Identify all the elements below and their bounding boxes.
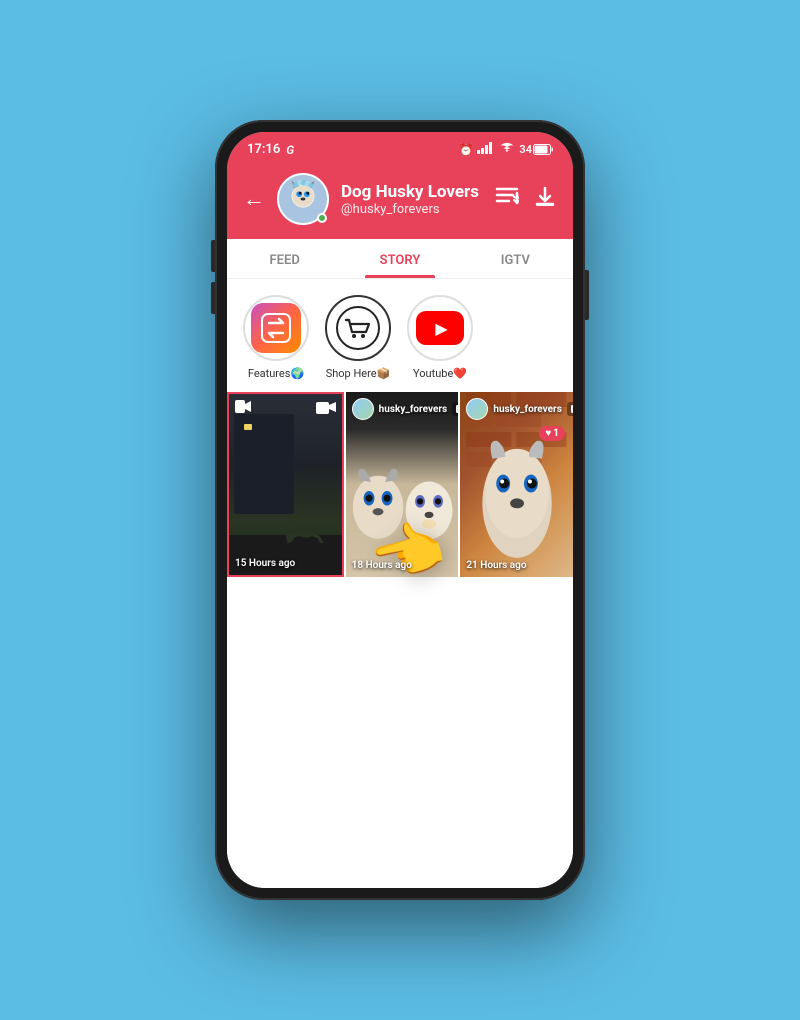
story2-username: husky_forevers xyxy=(379,404,448,415)
wifi-icon xyxy=(499,142,515,157)
story3-timestamp: 21 Hours ago xyxy=(466,560,526,571)
highlights-row: Features🌍 Shop Here📦 xyxy=(227,279,573,392)
camera-icon xyxy=(316,400,336,417)
back-button[interactable]: ← xyxy=(243,186,265,212)
volume-up-button xyxy=(211,240,215,272)
profile-username: @husky_forevers xyxy=(341,202,483,217)
tab-bar: FEED STORY IGTV xyxy=(227,239,573,279)
sort-filter-icon[interactable] xyxy=(495,185,519,214)
profile-name: Dog Husky Lovers xyxy=(341,182,483,202)
story-item-1[interactable]: 15 Hours ago xyxy=(227,392,344,577)
carrier-icon: G xyxy=(286,143,294,157)
like-badge: ♥ 1 xyxy=(539,426,565,441)
story3-header: husky_forevers xyxy=(466,398,567,420)
tab-feed[interactable]: FEED xyxy=(227,239,342,278)
avatar-container xyxy=(277,173,329,225)
online-indicator xyxy=(317,213,327,223)
signal-icon xyxy=(477,142,495,157)
power-button xyxy=(585,270,589,320)
white-area: 👈 xyxy=(227,577,573,888)
video-story-icon xyxy=(235,400,251,417)
alarm-icon: ⏰ xyxy=(458,143,473,157)
highlight-youtube-label: Youtube❤️ xyxy=(413,367,467,380)
status-time: 17:16 xyxy=(247,142,280,157)
story-item-3[interactable]: husky_forevers ♥ 1 21 Hours ago xyxy=(460,392,573,577)
highlight-youtube[interactable]: Youtube❤️ xyxy=(407,295,473,380)
story1-timestamp: 15 Hours ago xyxy=(235,558,295,569)
highlight-shop-label: Shop Here📦 xyxy=(326,367,391,380)
volume-down-button xyxy=(211,282,215,314)
story2-timestamp: 18 Hours ago xyxy=(352,560,412,571)
highlight-features-label: Features🌍 xyxy=(248,367,304,380)
story3-username: husky_forevers xyxy=(493,404,562,415)
highlight-circle-youtube xyxy=(407,295,473,361)
tab-story[interactable]: STORY xyxy=(342,239,457,278)
phone-screen: 17:16 G ⏰ xyxy=(227,132,573,888)
story2-header: husky_forevers xyxy=(352,398,453,420)
app-header: ← xyxy=(227,163,573,239)
download-icon[interactable] xyxy=(533,185,557,214)
battery-icon: 34 xyxy=(519,143,553,156)
highlight-circle-features xyxy=(243,295,309,361)
highlight-shop[interactable]: Shop Here📦 xyxy=(325,295,391,380)
status-bar: 17:16 G ⏰ xyxy=(227,132,573,163)
highlight-features[interactable]: Features🌍 xyxy=(243,295,309,380)
highlight-circle-shop xyxy=(325,295,391,361)
phone-frame: 17:16 G ⏰ xyxy=(215,120,585,900)
tab-igtv[interactable]: IGTV xyxy=(458,239,573,278)
profile-info: Dog Husky Lovers @husky_forevers xyxy=(341,182,483,217)
header-actions xyxy=(495,185,557,214)
